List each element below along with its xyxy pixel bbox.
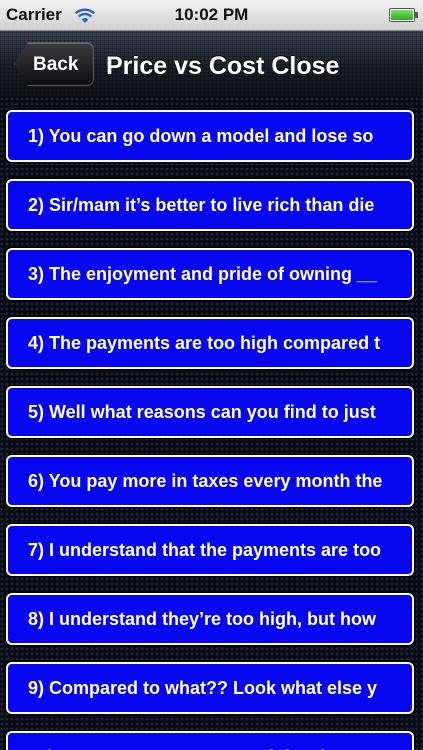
- back-button-label: Back: [33, 54, 79, 75]
- list-item[interactable]: 1) You can go down a model and lose so: [6, 110, 414, 162]
- list-item[interactable]: 4) The payments are too high compared t: [6, 317, 414, 369]
- close-list[interactable]: 1) You can go down a model and lose so 2…: [0, 97, 423, 750]
- list-item[interactable]: 7) I understand that the payments are to…: [6, 524, 414, 576]
- list-item-label: 1) You can go down a model and lose so: [28, 126, 374, 146]
- list-item-label: 8) I understand they’re too high, but ho…: [28, 609, 376, 629]
- list-item-label: 3) The enjoyment and pride of owning __: [28, 264, 378, 284]
- list-item[interactable]: 6) You pay more in taxes every month the: [6, 455, 414, 507]
- list-item-label: 5) Well what reasons can you find to jus…: [28, 402, 376, 422]
- list-item-label: 9) Compared to what?? Look what else y: [28, 678, 378, 698]
- list-item[interactable]: 8) I understand they’re too high, but ho…: [6, 593, 414, 645]
- list-item[interactable]: 3) The enjoyment and pride of owning __: [6, 248, 414, 300]
- list-item-label: 2) Sir/mam it’s better to live rich than…: [28, 195, 375, 215]
- list-item-label: 7) I understand that the payments are to…: [28, 540, 382, 560]
- list-item[interactable]: 10) Payments are a great weight of money: [6, 731, 414, 750]
- list-item-label: 10) Payments are a great weight of money: [28, 733, 400, 750]
- status-bar: Carrier 10:02 PM: [0, 0, 423, 31]
- clock: 10:02 PM: [174, 5, 249, 24]
- list-item-label: 4) The payments are too high compared t: [28, 333, 381, 353]
- list-item-label: 6) You pay more in taxes every month the: [28, 471, 383, 491]
- list-item[interactable]: 9) Compared to what?? Look what else y: [6, 662, 414, 714]
- back-button[interactable]: Back: [14, 42, 94, 86]
- page-title: Price vs Cost Close: [106, 52, 340, 80]
- battery-icon: [389, 8, 418, 22]
- navigation-bar: Back Price vs Cost Close: [0, 31, 423, 97]
- list-item[interactable]: 5) Well what reasons can you find to jus…: [6, 386, 414, 438]
- list-item[interactable]: 2) Sir/mam it’s better to live rich than…: [6, 179, 414, 231]
